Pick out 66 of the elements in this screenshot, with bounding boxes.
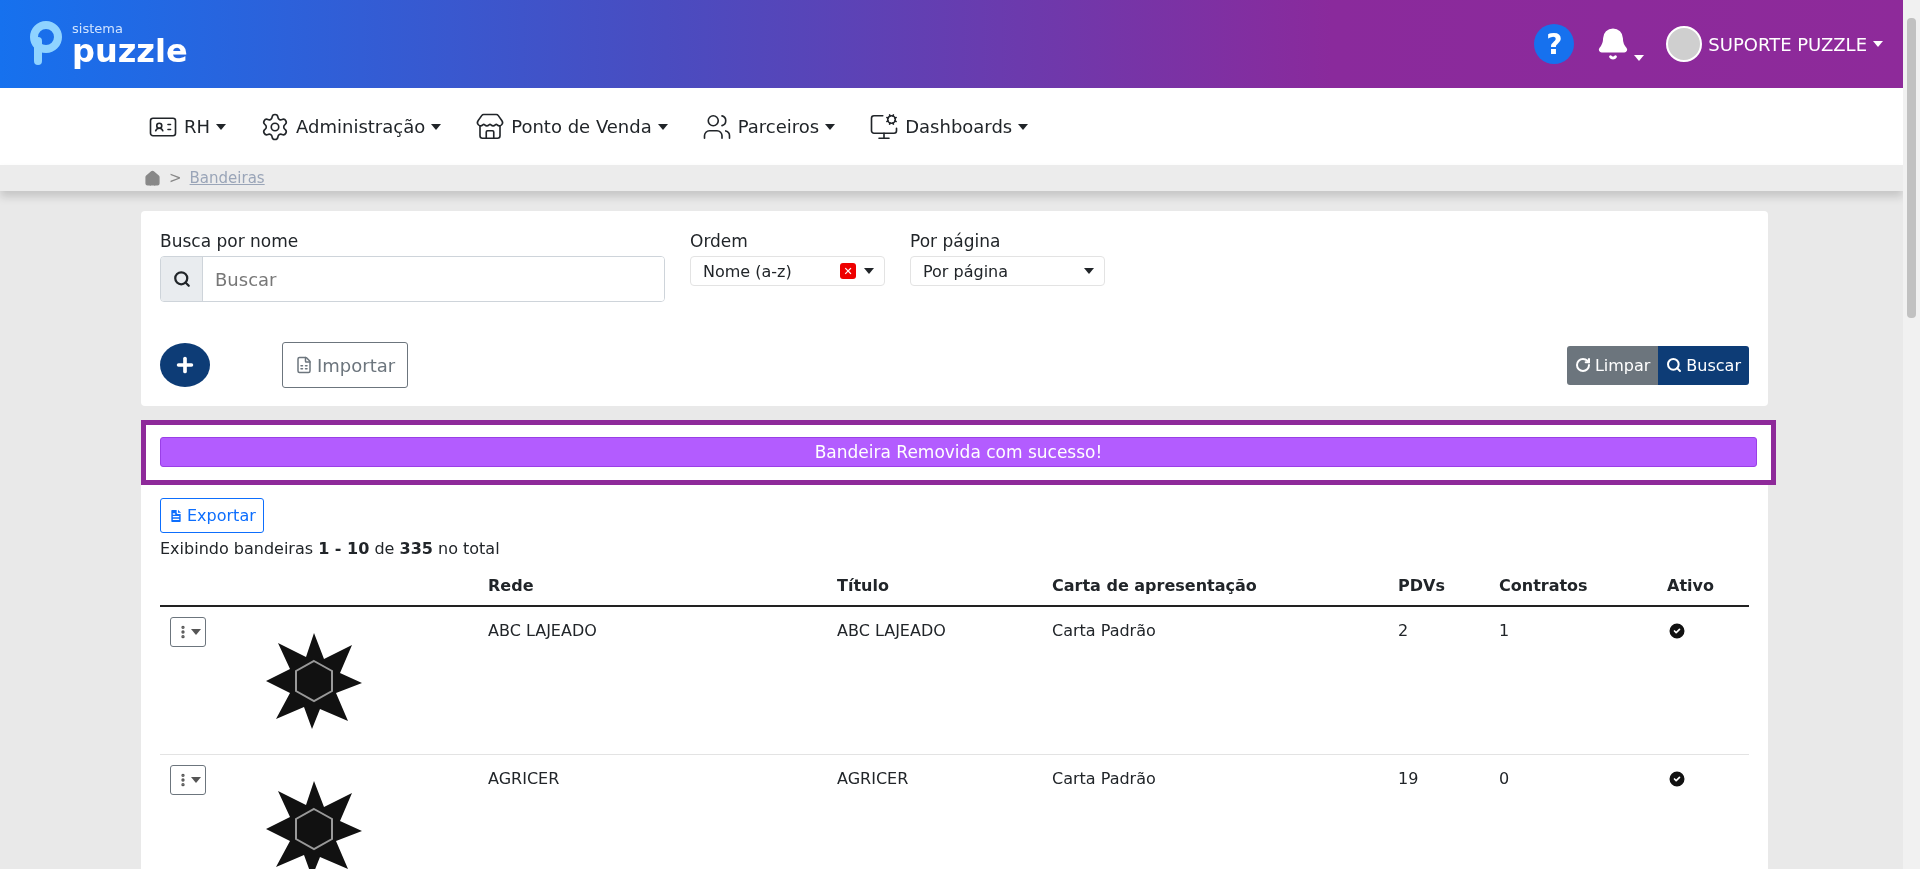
monitor-icon [869,111,900,142]
caret-icon [657,123,668,130]
nav-menu[interactable]: Parceiros [701,111,836,142]
nav-menu[interactable]: Ponto de Venda [475,111,668,142]
table-cell-text: 2 [1398,620,1410,640]
order-select[interactable]: Nome (a-z) ✕ [690,256,885,286]
caret-icon [864,268,874,274]
results-summary: Exibindo bandeiras 1 - 10 de 335 no total [160,539,501,558]
row-actions-button[interactable] [170,765,206,795]
breadcrumb-separator: > [169,169,182,187]
table-cell-text: 19 [1398,768,1420,788]
caret-icon [825,123,836,130]
help-button[interactable]: ? [1534,24,1575,64]
row-actions-button[interactable] [170,617,206,647]
search-field[interactable]: Buscar [160,256,665,302]
spreadsheet-file-icon [295,356,313,374]
refresh-icon [1574,357,1591,373]
notifications-button[interactable] [1596,27,1645,61]
caret-icon [1634,55,1645,61]
column-header: PDVs [1398,576,1446,595]
search-button[interactable]: Buscar [1658,345,1749,385]
add-button[interactable] [160,343,210,387]
per-page-select[interactable]: Por página [910,256,1105,286]
caret-icon [1018,123,1029,130]
success-alert: Bandeira Removida com sucesso! [160,437,1757,467]
column-header: Rede [488,576,535,595]
column-header: Carta de apresentação [1052,576,1258,595]
caret-icon [191,629,201,635]
table-cell-text: AGRICER [837,768,910,788]
table-cell-text: Carta Padrão [1052,620,1157,640]
home-icon[interactable] [144,169,161,187]
table-cell-text: ABC LAJEADO [837,620,947,640]
clear-button[interactable]: Limpar [1566,345,1659,385]
search-icon [1666,357,1683,373]
nav-menu[interactable]: Dashboards [869,111,1029,142]
export-button[interactable]: Exportar [160,498,264,533]
caret-icon [191,777,201,783]
caret-icon [216,123,227,130]
table-cell-text: Carta Padrão [1052,768,1157,788]
table-cell-text: 1 [1499,620,1511,640]
table-cell-text: 0 [1499,768,1511,788]
column-header: Contratos [1499,576,1589,595]
clear-selection-button[interactable]: ✕ [840,263,856,279]
caret-icon [431,123,442,130]
scrollbar[interactable] [1903,0,1920,869]
field-label: Busca por nome [160,231,300,251]
table-cell-text: AGRICER [488,768,561,788]
logo[interactable]: sistema puzzle [28,21,188,67]
caret-icon [1084,268,1094,274]
caret-icon [1873,41,1883,47]
file-icon [168,507,184,524]
column-header: Título [837,576,890,595]
nav-menu[interactable]: Administração [260,111,442,142]
logo-mark-icon [28,21,64,67]
import-button[interactable]: Importar [282,342,409,388]
search-icon [172,270,191,288]
nav-menu[interactable]: RH [148,111,227,142]
field-label: Por página [910,231,1002,251]
logo-title: puzzle [72,34,188,67]
field-label: Ordem [690,231,749,251]
logo-subtitle: sistema [72,21,124,35]
user-menu[interactable]: SUPORTE PUZZLE [1666,26,1883,62]
column-header: Ativo [1667,576,1715,595]
plus-icon [174,354,196,376]
store-icon [475,111,506,142]
table-cell-text: ABC LAJEADO [488,620,598,640]
